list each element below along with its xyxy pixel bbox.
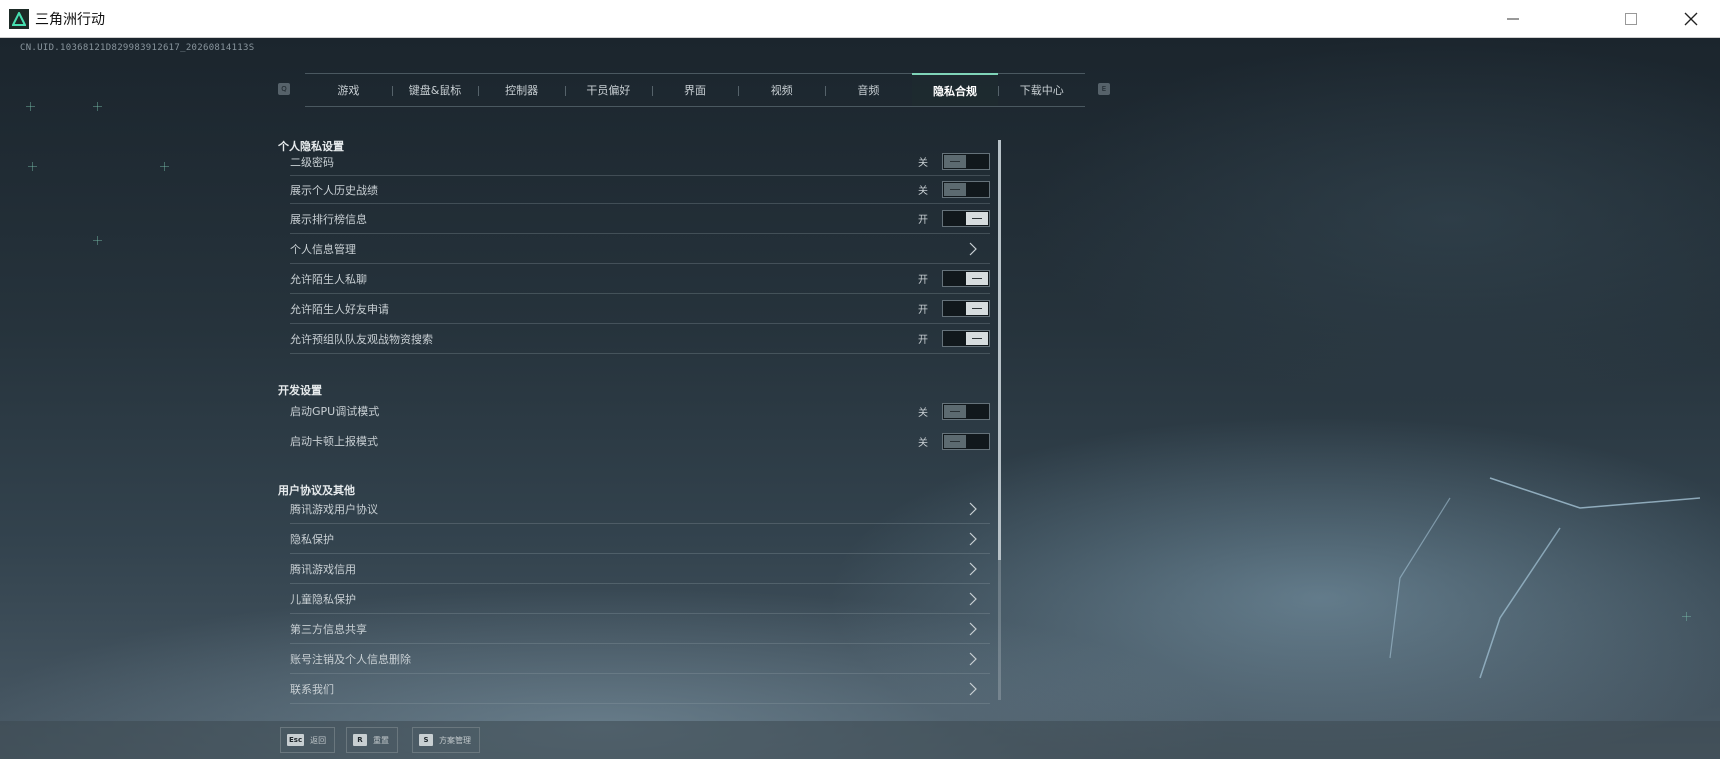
tab-keyboard-mouse[interactable]: 键盘&鼠标: [391, 74, 479, 106]
scrollbar-thumb[interactable]: [998, 140, 1001, 560]
link-row-account-deletion[interactable]: 账号注销及个人信息删除: [290, 644, 990, 674]
tab-next-key[interactable]: E: [1098, 83, 1110, 95]
key-hint-esc: Esc: [287, 734, 305, 746]
setting-row-stranger-friend-request[interactable]: 允许陌生人好友申请 开: [290, 294, 990, 324]
setting-row-stutter-report[interactable]: 启动卡顿上报模式 关: [290, 426, 990, 456]
chevron-right-icon: [964, 502, 982, 516]
setting-row-stranger-chat[interactable]: 允许陌生人私聊 开: [290, 264, 990, 294]
setting-row-show-leaderboard[interactable]: 展示排行榜信息 开: [290, 204, 990, 234]
key-hint-r: R: [353, 734, 367, 746]
setting-row-teammate-spectate[interactable]: 允许预组队队友观战物资搜索 开: [290, 324, 990, 354]
tab-video[interactable]: 视频: [738, 74, 825, 106]
privacy-settings-panel: 个人隐私设置 二级密码 关 展示个人历史战绩 关 展示排行榜信息 开 个人信息管…: [278, 132, 998, 730]
hud-crosshair-icon: [160, 162, 169, 171]
toggle-switch[interactable]: [942, 210, 990, 227]
close-icon: [1684, 12, 1698, 26]
toggle-switch[interactable]: [942, 181, 990, 198]
tab-prev-key[interactable]: Q: [278, 83, 290, 95]
lightning-decoration: [1389, 477, 1701, 679]
window-titlebar: 三角洲行动: [0, 0, 1720, 38]
minimize-icon: [1507, 18, 1519, 20]
toggle-switch[interactable]: [942, 402, 990, 420]
close-button[interactable]: [1662, 0, 1720, 38]
tab-audio[interactable]: 音频: [825, 74, 912, 106]
bottom-action-bar: Esc 返回 R 重置 S 方案管理: [0, 721, 1720, 759]
toggle-switch[interactable]: [942, 300, 990, 317]
window-controls: [1484, 0, 1720, 38]
link-row-third-party-sharing[interactable]: 第三方信息共享: [290, 614, 990, 644]
link-row-children-privacy[interactable]: 儿童隐私保护: [290, 584, 990, 614]
chevron-right-icon: [964, 592, 982, 606]
reset-button[interactable]: R 重置: [346, 727, 398, 753]
tab-operator-preference[interactable]: 干员偏好: [565, 74, 652, 106]
tab-download-center[interactable]: 下载中心: [998, 74, 1085, 106]
link-row-contact-us[interactable]: 联系我们: [290, 674, 990, 704]
player-uid: CN.UID.10368121D829983912617_20260814113…: [20, 43, 255, 53]
link-row-game-credit[interactable]: 腾讯游戏信用: [290, 554, 990, 584]
chevron-right-icon: [964, 622, 982, 636]
chevron-right-icon: [964, 652, 982, 666]
toggle-switch[interactable]: [942, 330, 990, 347]
window-title: 三角洲行动: [35, 11, 105, 28]
setting-row-secondary-password[interactable]: 二级密码 关: [290, 148, 990, 176]
panel-scrollbar[interactable]: [998, 140, 1001, 700]
minimize-button[interactable]: [1484, 0, 1542, 38]
key-hint-s: S: [419, 734, 433, 746]
hud-crosshair-icon: [28, 162, 37, 171]
app-logo-icon: [9, 8, 29, 29]
tab-interface[interactable]: 界面: [651, 74, 739, 106]
hud-crosshair-icon: [26, 102, 35, 111]
maximize-icon: [1625, 13, 1637, 25]
back-button[interactable]: Esc 返回: [280, 727, 336, 753]
setting-row-gpu-debug[interactable]: 启动GPU调试模式 关: [290, 396, 990, 426]
tab-controller[interactable]: 控制器: [478, 74, 565, 106]
tab-game[interactable]: 游戏: [305, 74, 392, 106]
link-row-privacy-protection[interactable]: 隐私保护: [290, 524, 990, 554]
tab-privacy-compliance[interactable]: 隐私合规: [911, 73, 999, 106]
chevron-right-icon: [964, 532, 982, 546]
setting-row-show-history[interactable]: 展示个人历史战绩 关: [290, 176, 990, 204]
chevron-right-icon: [964, 242, 982, 256]
toggle-switch[interactable]: [942, 270, 990, 287]
hud-crosshair-icon: [93, 236, 102, 245]
chevron-right-icon: [964, 682, 982, 696]
settings-tabs: 游戏 键盘&鼠标 控制器 干员偏好 界面 视频 音频 隐私合规 下载中心: [305, 73, 1085, 107]
link-row-user-agreement[interactable]: 腾讯游戏用户协议: [290, 494, 990, 524]
preset-manage-button[interactable]: S 方案管理: [412, 727, 480, 753]
setting-row-personal-info[interactable]: 个人信息管理: [290, 234, 990, 264]
toggle-switch[interactable]: [942, 153, 990, 170]
hud-crosshair-icon: [93, 102, 102, 111]
toggle-switch[interactable]: [942, 432, 990, 450]
maximize-button[interactable]: [1602, 0, 1660, 38]
game-background: CN.UID.10368121D829983912617_20260814113…: [0, 38, 1720, 759]
chevron-right-icon: [964, 562, 982, 576]
